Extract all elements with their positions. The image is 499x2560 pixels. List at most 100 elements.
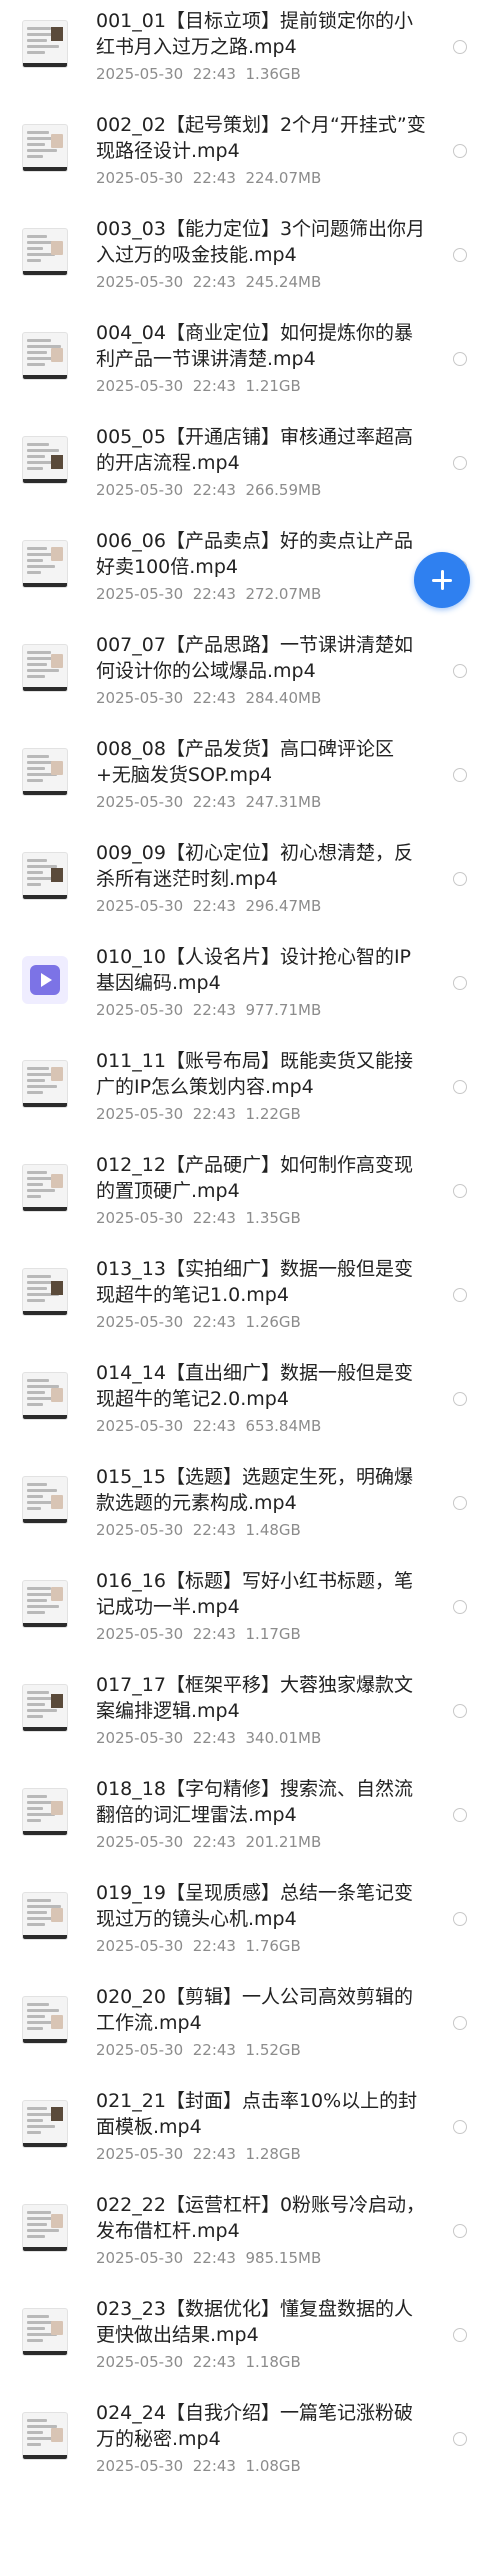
file-name: 005_05【开通店铺】审核通过率超高的开店流程.mp4 — [96, 426, 413, 474]
add-fab-button[interactable] — [414, 552, 470, 608]
select-radio[interactable] — [453, 1808, 467, 1822]
file-item[interactable]: 003_03【能力定位】3个问题筛出你月入过万的吸金技能.mp4 2025-05-… — [0, 208, 499, 312]
file-date: 2025-05-30 — [96, 273, 184, 291]
file-meta: 2025-05-30 22:43 1.36GB — [96, 64, 301, 84]
file-time: 22:43 — [192, 585, 236, 603]
file-item[interactable]: 011_11【账号布局】既能卖货又能接广的IP怎么策划内容.mp4 2025-05… — [0, 1040, 499, 1144]
file-date: 2025-05-30 — [96, 897, 184, 915]
select-radio[interactable] — [453, 976, 467, 990]
select-radio[interactable] — [453, 1600, 467, 1614]
file-name: 002_02【起号策划】2个月“开挂式”变现路径设计.mp4 — [96, 114, 426, 162]
file-item[interactable]: 013_13【实拍细广】数据一般但是变现超牛的笔记1.0.mp4 2025-05-… — [0, 1248, 499, 1352]
select-radio[interactable] — [453, 456, 467, 470]
file-item[interactable]: 020_20【剪辑】一人公司高效剪辑的工作流.mp4 2025-05-30 22:… — [0, 1976, 499, 2080]
select-radio[interactable] — [453, 40, 467, 54]
select-radio[interactable] — [453, 1392, 467, 1406]
file-size: 1.36GB — [245, 65, 301, 83]
select-radio[interactable] — [453, 248, 467, 262]
file-meta: 2025-05-30 22:43 340.01MB — [96, 1728, 321, 1748]
video-thumbnail — [22, 1788, 68, 1836]
video-thumbnail — [22, 228, 68, 276]
select-radio[interactable] — [453, 2432, 467, 2446]
file-item[interactable]: 012_12【产品硬广】如何制作高变现的置顶硬广.mp4 2025-05-30 2… — [0, 1144, 499, 1248]
file-meta: 2025-05-30 22:43 284.40MB — [96, 688, 321, 708]
file-size: 1.35GB — [245, 1209, 301, 1227]
video-thumbnail — [22, 644, 68, 692]
file-meta: 2025-05-30 22:43 1.52GB — [96, 2040, 301, 2060]
file-size: 245.24MB — [245, 273, 322, 291]
select-radio[interactable] — [453, 1288, 467, 1302]
file-item[interactable]: 022_22【运营杠杆】0粉账号冷启动，发布借杠杆.mp4 2025-05-30 … — [0, 2184, 499, 2288]
select-radio[interactable] — [453, 2120, 467, 2134]
file-size: 284.40MB — [245, 689, 322, 707]
file-item[interactable]: 019_19【呈现质感】总结一条笔记变现过万的镜头心机.mp4 2025-05-3… — [0, 1872, 499, 1976]
file-name: 004_04【商业定位】如何提炼你的暴利产品一节课讲清楚.mp4 — [96, 322, 413, 370]
video-thumbnail — [22, 1476, 68, 1524]
file-name: 007_07【产品思路】一节课讲清楚如何设计你的公域爆品.mp4 — [96, 634, 413, 682]
select-radio[interactable] — [453, 2016, 467, 2030]
select-radio[interactable] — [453, 1184, 467, 1198]
file-name: 020_20【剪辑】一人公司高效剪辑的工作流.mp4 — [96, 1986, 413, 2034]
file-meta: 2025-05-30 22:43 272.07MB — [96, 584, 321, 604]
file-time: 22:43 — [192, 1209, 236, 1227]
file-item[interactable]: 007_07【产品思路】一节课讲清楚如何设计你的公域爆品.mp4 2025-05-… — [0, 624, 499, 728]
file-time: 22:43 — [192, 1313, 236, 1331]
select-radio[interactable] — [453, 664, 467, 678]
file-meta: 2025-05-30 22:43 1.28GB — [96, 2144, 301, 2164]
file-date: 2025-05-30 — [96, 2145, 184, 2163]
file-item[interactable]: 005_05【开通店铺】审核通过率超高的开店流程.mp4 2025-05-30 2… — [0, 416, 499, 520]
file-item[interactable]: 014_14【直出细广】数据一般但是变现超牛的笔记2.0.mp4 2025-05-… — [0, 1352, 499, 1456]
select-radio[interactable] — [453, 1080, 467, 1094]
file-time: 22:43 — [192, 793, 236, 811]
file-size: 1.28GB — [245, 2145, 301, 2163]
video-thumbnail — [22, 748, 68, 796]
file-item[interactable]: 015_15【选题】选题定生死，明确爆款选题的元素构成.mp4 2025-05-3… — [0, 1456, 499, 1560]
file-item[interactable]: 023_23【数据优化】懂复盘数据的人更快做出结果.mp4 2025-05-30 … — [0, 2288, 499, 2392]
video-thumbnail — [22, 1892, 68, 1940]
file-name: 009_09【初心定位】初心想清楚，反杀所有迷茫时刻.mp4 — [96, 842, 413, 890]
select-radio[interactable] — [453, 1496, 467, 1510]
file-size: 977.71MB — [245, 1001, 322, 1019]
file-item[interactable]: 001_01【目标立项】提前锁定你的小红书月入过万之路.mp4 2025-05-3… — [0, 0, 499, 104]
select-radio[interactable] — [453, 352, 467, 366]
select-radio[interactable] — [453, 144, 467, 158]
select-radio[interactable] — [453, 2224, 467, 2238]
file-size: 1.21GB — [245, 377, 301, 395]
video-play-icon — [22, 956, 68, 1004]
file-date: 2025-05-30 — [96, 1729, 184, 1747]
file-date: 2025-05-30 — [96, 1937, 184, 1955]
file-item[interactable]: 017_17【框架平移】大蓉独家爆款文案编排逻辑.mp4 2025-05-30 2… — [0, 1664, 499, 1768]
file-item[interactable]: 018_18【字句精修】搜索流、自然流翻倍的词汇埋雷法.mp4 2025-05-3… — [0, 1768, 499, 1872]
file-date: 2025-05-30 — [96, 1625, 184, 1643]
select-radio[interactable] — [453, 2328, 467, 2342]
file-meta: 2025-05-30 22:43 1.26GB — [96, 1312, 301, 1332]
select-radio[interactable] — [453, 872, 467, 886]
file-item[interactable]: 021_21【封面】点击率10%以上的封面模板.mp4 2025-05-30 22… — [0, 2080, 499, 2184]
file-meta: 2025-05-30 22:43 977.71MB — [96, 1000, 321, 1020]
file-meta: 2025-05-30 22:43 1.08GB — [96, 2456, 301, 2476]
file-date: 2025-05-30 — [96, 481, 184, 499]
file-name: 003_03【能力定位】3个问题筛出你月入过万的吸金技能.mp4 — [96, 218, 426, 266]
file-item[interactable]: 002_02【起号策划】2个月“开挂式”变现路径设计.mp4 2025-05-30… — [0, 104, 499, 208]
file-meta: 2025-05-30 22:43 653.84MB — [96, 1416, 321, 1436]
select-radio[interactable] — [453, 768, 467, 782]
video-thumbnail — [22, 1996, 68, 2044]
file-date: 2025-05-30 — [96, 1313, 184, 1331]
file-item[interactable]: 004_04【商业定位】如何提炼你的暴利产品一节课讲清楚.mp4 2025-05-… — [0, 312, 499, 416]
file-time: 22:43 — [192, 2041, 236, 2059]
file-time: 22:43 — [192, 2353, 236, 2371]
select-radio[interactable] — [453, 1704, 467, 1718]
file-item[interactable]: 016_16【标题】写好小红书标题，笔记成功一半.mp4 2025-05-30 2… — [0, 1560, 499, 1664]
file-size: 1.17GB — [245, 1625, 301, 1643]
file-item[interactable]: 010_10【人设名片】设计抢心智的IP基因编码.mp4 2025-05-30 2… — [0, 936, 499, 1040]
file-item[interactable]: 008_08【产品发货】高口碑评论区+无脑发货SOP.mp4 2025-05-30… — [0, 728, 499, 832]
file-date: 2025-05-30 — [96, 1001, 184, 1019]
video-thumbnail — [22, 2100, 68, 2148]
video-thumbnail — [22, 1580, 68, 1628]
select-radio[interactable] — [453, 1912, 467, 1926]
file-size: 1.76GB — [245, 1937, 301, 1955]
file-item[interactable]: 009_09【初心定位】初心想清楚，反杀所有迷茫时刻.mp4 2025-05-30… — [0, 832, 499, 936]
file-name: 017_17【框架平移】大蓉独家爆款文案编排逻辑.mp4 — [96, 1674, 413, 1722]
video-thumbnail — [22, 332, 68, 380]
file-item[interactable]: 024_24【自我介绍】一篇笔记涨粉破万的秘密.mp4 2025-05-30 22… — [0, 2392, 499, 2496]
